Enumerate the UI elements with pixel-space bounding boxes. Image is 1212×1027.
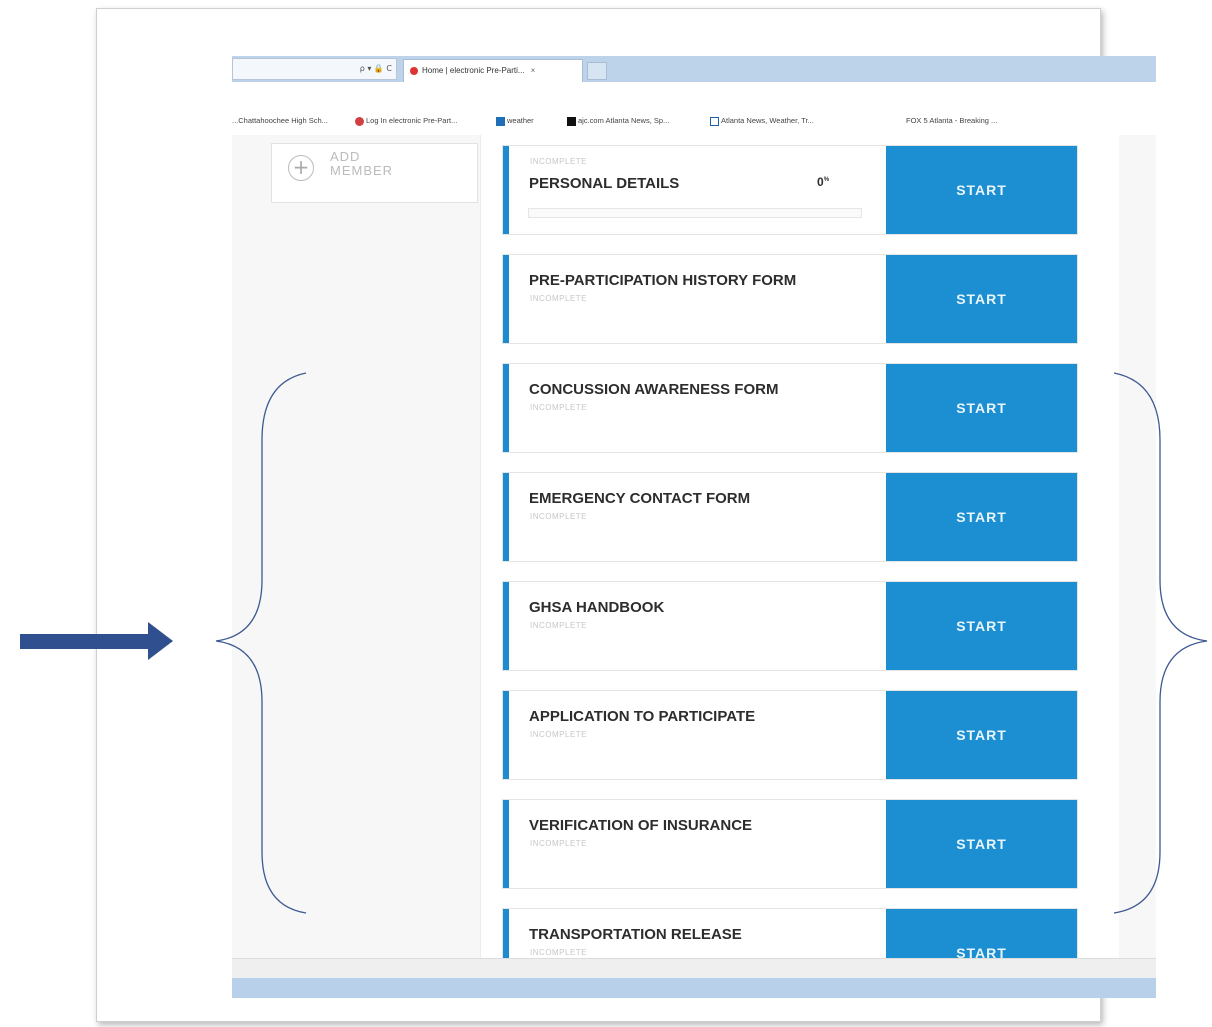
- annotation-overlay: [20, 372, 1208, 914]
- right-arrow-icon: [20, 622, 173, 660]
- right-curly-brace-icon: [1113, 372, 1208, 914]
- left-curly-brace-icon: [215, 372, 307, 914]
- arrow-head: [148, 622, 173, 660]
- arrow-shaft: [20, 634, 150, 649]
